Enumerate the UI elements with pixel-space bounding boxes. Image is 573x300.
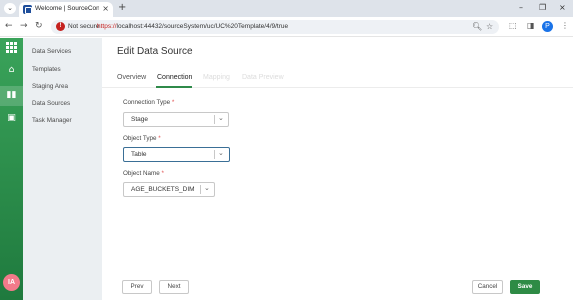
tab-data-preview: Data Preview xyxy=(242,74,284,81)
main-content: Edit Data Source Overview Connection Map… xyxy=(102,38,573,300)
reload-icon[interactable]: ↻ xyxy=(35,21,43,31)
home-icon[interactable]: ⌂ xyxy=(6,65,17,76)
active-tab-indicator xyxy=(156,86,192,88)
url-path: localhost:44432/sourceSystem/uc/UC%20Tem… xyxy=(116,23,289,30)
sidebar-item-templates[interactable]: Templates xyxy=(32,66,61,73)
profile-icon[interactable]: P xyxy=(542,21,553,32)
object-name-label: Object Name * xyxy=(123,170,164,177)
tab-overview[interactable]: Overview xyxy=(117,74,146,81)
browser-toolbar: ← → ↻ ! Not secure https://localhost:444… xyxy=(0,17,573,37)
prev-button[interactable]: Prev xyxy=(122,280,152,294)
new-tab-icon[interactable]: + xyxy=(118,2,126,13)
object-type-label: Object Type * xyxy=(123,135,161,142)
close-window-icon[interactable]: × xyxy=(559,3,566,12)
restore-icon[interactable]: ❐ xyxy=(539,3,546,12)
required-marker: * xyxy=(161,170,164,177)
next-button[interactable]: Next xyxy=(159,280,189,294)
sidebar-item-task-manager[interactable]: Task Manager xyxy=(32,117,72,124)
chevron-down-icon[interactable]: ⌄ xyxy=(218,149,224,157)
address-bar[interactable]: ! Not secure https://localhost:44432/sou… xyxy=(51,20,499,34)
tab-bar: Overview Connection Mapping Data Preview xyxy=(102,73,573,88)
app-rail: ⌂ ▮▮ ▣ IA xyxy=(0,38,23,300)
avatar[interactable]: IA xyxy=(3,274,20,291)
select-divider xyxy=(214,115,215,124)
chevron-down-icon[interactable]: ⌄ xyxy=(204,184,210,192)
chevron-down-icon[interactable]: ⌄ xyxy=(218,114,224,122)
star-icon[interactable]: ☆ xyxy=(486,22,493,31)
sidebar-item-data-sources[interactable]: Data Sources xyxy=(32,100,70,107)
page-title: Edit Data Source xyxy=(117,46,193,57)
side-panel-icon[interactable]: ◨ xyxy=(527,21,535,30)
warning-icon: ! xyxy=(56,22,65,31)
minimize-icon[interactable]: – xyxy=(519,3,523,12)
select-divider xyxy=(214,150,215,159)
tab-title: Welcome | SourceConnect by ... xyxy=(35,5,99,12)
object-type-label-text: Object Type xyxy=(123,135,157,142)
object-type-value: Table xyxy=(131,151,147,158)
cancel-button[interactable]: Cancel xyxy=(472,280,503,294)
required-marker: * xyxy=(158,135,161,142)
browser-tab-bar: ⌄ Welcome | SourceConnect by ... × + – ❐… xyxy=(0,0,573,17)
favicon-icon xyxy=(23,5,32,14)
back-icon[interactable]: ← xyxy=(5,21,13,31)
tab-search-icon[interactable]: ⌄ xyxy=(4,3,16,14)
select-divider xyxy=(200,185,201,194)
object-type-select[interactable]: Table ⌄ xyxy=(123,147,230,162)
tab-close-icon[interactable]: × xyxy=(102,4,109,13)
sidebar-item-staging-area[interactable]: Staging Area xyxy=(32,83,68,90)
sidebar: Data Services Templates Staging Area Dat… xyxy=(23,38,102,300)
forward-icon[interactable]: → xyxy=(20,21,28,31)
security-label[interactable]: Not secure xyxy=(68,23,99,30)
menu-icon[interactable]: ⋮ xyxy=(561,21,569,30)
browser-tab[interactable]: Welcome | SourceConnect by ... × xyxy=(19,2,113,17)
required-marker: * xyxy=(171,99,175,106)
tab-connection[interactable]: Connection xyxy=(157,74,192,81)
url-scheme: https:// xyxy=(97,23,117,30)
object-name-value: AGE_BUCKETS_DIM xyxy=(131,186,195,193)
url-text[interactable]: https://localhost:44432/sourceSystem/uc/… xyxy=(97,23,288,30)
document-icon[interactable]: ▣ xyxy=(6,113,17,124)
connection-type-label-text: Connection Type xyxy=(123,99,171,106)
connection-type-value: Stage xyxy=(131,116,148,123)
object-name-label-text: Object Name xyxy=(123,170,160,177)
zoom-icon[interactable]: 🔍︎ xyxy=(472,22,482,31)
save-button[interactable]: Save xyxy=(510,280,540,294)
tab-mapping: Mapping xyxy=(203,74,230,81)
book-icon[interactable]: ▮▮ xyxy=(6,90,17,101)
object-name-select[interactable]: AGE_BUCKETS_DIM ⌄ xyxy=(123,182,215,197)
extensions-icon[interactable]: ⬚ xyxy=(509,21,517,30)
apps-grid-icon[interactable] xyxy=(6,42,17,53)
connection-type-select[interactable]: Stage ⌄ xyxy=(123,112,229,127)
connection-type-label: Connection Type * xyxy=(123,99,174,106)
sidebar-item-data-services[interactable]: Data Services xyxy=(32,48,71,55)
